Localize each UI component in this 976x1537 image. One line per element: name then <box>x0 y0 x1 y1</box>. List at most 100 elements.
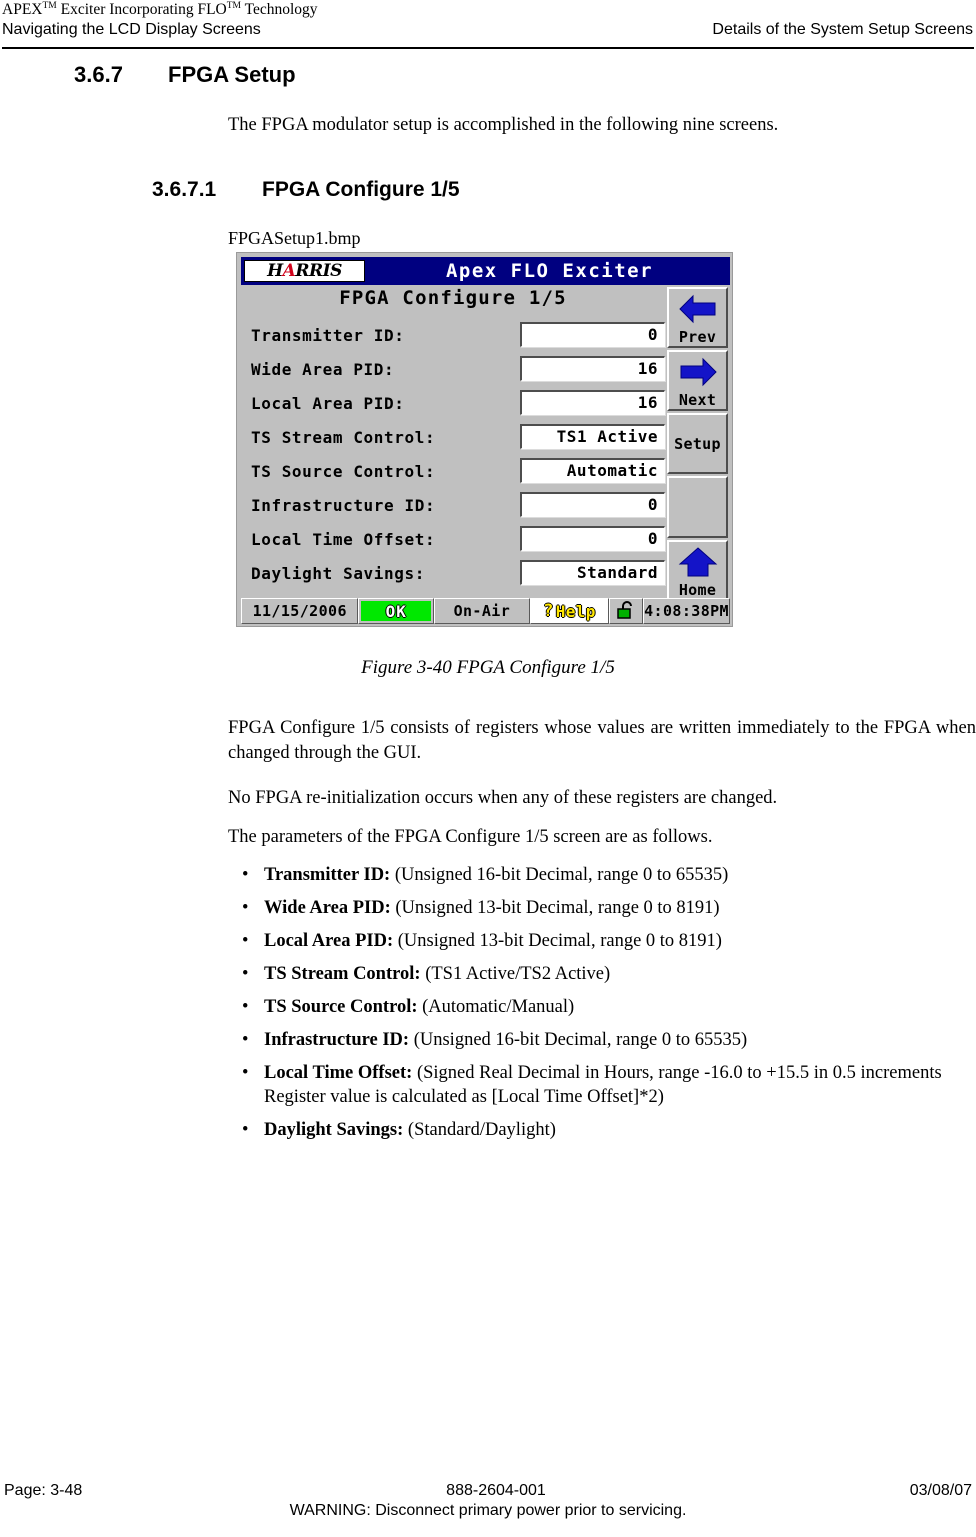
next-button[interactable]: Next <box>667 350 728 411</box>
status-date: 11/15/2006 <box>241 598 359 624</box>
lcd-row-label: Local Time Offset: <box>251 530 436 549</box>
lcd-row: Transmitter ID: 0 <box>247 319 665 353</box>
question-mark-icon: ? <box>543 601 554 621</box>
next-button-label: Next <box>678 391 717 409</box>
lcd-row: TS Stream Control: TS1 Active <box>247 421 665 455</box>
arrow-left-icon <box>669 289 726 329</box>
parameter-term: Infrastructure ID: <box>264 1030 410 1050</box>
lcd-screen-heading: FPGA Configure 1/5 <box>339 287 567 309</box>
transmitter-id-field[interactable]: 0 <box>520 322 665 347</box>
lcd-row-label: Infrastructure ID: <box>251 496 436 515</box>
list-item: • TS Source Control: (Automatic/Manual) <box>238 995 976 1019</box>
parameter-desc: (Unsigned 16-bit Decimal, range 0 to 655… <box>394 865 729 885</box>
subsection-title: FPGA Configure 1/5 <box>262 178 460 201</box>
padlock-open-icon <box>616 600 636 623</box>
arrow-right-icon <box>669 352 726 392</box>
body-paragraph-2: No FPGA re-initialization occurs when an… <box>228 788 778 808</box>
status-badge-text: OK <box>361 601 432 621</box>
subsection-heading: 3.6.7.1 FPGA Configure 1/5 <box>152 178 460 202</box>
lcd-row-label: Transmitter ID: <box>251 326 405 345</box>
bullet-icon: • <box>242 898 249 918</box>
list-item: • TS Stream Control: (TS1 Active/TS2 Act… <box>238 962 976 986</box>
parameter-term: TS Source Control: <box>264 997 418 1017</box>
parameter-desc: (TS1 Active/TS2 Active) <box>425 964 611 984</box>
footer-warning: WARNING: Disconnect primary power prior … <box>289 1502 687 1519</box>
status-badge: OK <box>358 598 435 624</box>
page-header: APEXTM Exciter Incorporating FLOTM Techn… <box>0 0 976 49</box>
local-area-pid-field[interactable]: 16 <box>520 390 665 415</box>
parameter-desc: (Unsigned 16-bit Decimal, range 0 to 655… <box>413 1030 748 1050</box>
bullet-icon: • <box>242 931 249 951</box>
lcd-parameter-list: Transmitter ID: 0 Wide Area PID: 16 Loca… <box>247 319 665 591</box>
lcd-status-bar: 11/15/2006 OK On-Air ? Help 4:08:38PM <box>241 598 730 624</box>
help-button-label: Help <box>555 601 596 621</box>
bullet-icon: • <box>242 997 249 1017</box>
lcd-row: Infrastructure ID: 0 <box>247 489 665 523</box>
lcd-row: Wide Area PID: 16 <box>247 353 665 387</box>
bullet-icon: • <box>242 1120 249 1140</box>
section-title: FPGA Setup <box>168 62 296 87</box>
status-on-air: On-Air <box>434 598 530 624</box>
lcd-row-label: TS Source Control: <box>251 462 436 481</box>
parameter-bullet-list: • Transmitter ID: (Unsigned 16-bit Decim… <box>238 863 976 1151</box>
list-item: • Infrastructure ID: (Unsigned 16-bit De… <box>238 1028 976 1052</box>
bullet-icon: • <box>242 865 249 885</box>
parameter-term: Local Time Offset: <box>264 1063 413 1083</box>
parameter-desc: (Automatic/Manual) <box>422 997 575 1017</box>
footer-row: Page: 3-48 888-2604-001 03/08/07 <box>0 1482 976 1500</box>
lcd-screenshot: H A RRIS Apex FLO Exciter FPGA Configure 1… <box>236 252 733 627</box>
logo-accent-letter: A <box>282 261 296 281</box>
bullet-icon: • <box>242 1030 249 1050</box>
wide-area-pid-field[interactable]: 16 <box>520 356 665 381</box>
bmp-filename: FPGASetup1.bmp <box>228 228 361 248</box>
home-button-label: Home <box>678 581 717 599</box>
parameter-term: TS Stream Control: <box>264 964 421 984</box>
lcd-row: Local Area PID: 16 <box>247 387 665 421</box>
bullet-icon: • <box>242 1063 249 1083</box>
house-icon <box>669 542 726 582</box>
help-button[interactable]: ? Help <box>529 598 610 624</box>
setup-button[interactable]: Setup <box>667 413 728 474</box>
parameter-desc: (Unsigned 13-bit Decimal, range 0 to 819… <box>397 931 722 951</box>
lock-status-button[interactable] <box>609 598 644 624</box>
ts-source-control-field[interactable]: Automatic <box>520 458 665 483</box>
footer-date: 03/08/07 <box>909 1482 972 1499</box>
subsection-number: 3.6.7.1 <box>152 178 217 201</box>
setup-button-label: Setup <box>674 434 721 453</box>
prev-button[interactable]: Prev <box>667 287 728 348</box>
body-paragraph-1: FPGA Configure 1/5 consists of registers… <box>228 718 976 763</box>
parameter-term: Daylight Savings: <box>264 1120 404 1140</box>
running-head-left: Navigating the LCD Display Screens <box>2 21 261 38</box>
parameter-term: Local Area PID: <box>264 931 394 951</box>
lcd-row: Local Time Offset: 0 <box>247 523 665 557</box>
lcd-title-bar: H A RRIS Apex FLO Exciter <box>241 257 730 285</box>
parameter-desc: (Standard/Daylight) <box>407 1120 556 1140</box>
blank-button[interactable] <box>667 476 728 538</box>
section-heading: 3.6.7 FPGA Setup <box>74 62 296 88</box>
lcd-row-label: TS Stream Control: <box>251 428 436 447</box>
prev-button-label: Prev <box>678 328 717 346</box>
home-button[interactable]: Home <box>667 540 728 601</box>
running-head: Navigating the LCD Display Screens Detai… <box>0 19 976 40</box>
list-item: • Transmitter ID: (Unsigned 16-bit Decim… <box>238 863 976 887</box>
infrastructure-id-field[interactable]: 0 <box>520 492 665 517</box>
footer-doc-number: 888-2604-001 <box>446 1482 546 1499</box>
list-item: • Daylight Savings: (Standard/Daylight) <box>238 1118 976 1142</box>
local-time-offset-field[interactable]: 0 <box>520 526 665 551</box>
footer-page-number: Page: 3-48 <box>4 1482 83 1499</box>
ts-stream-control-field[interactable]: TS1 Active <box>520 424 665 449</box>
running-head-right: Details of the System Setup Screens <box>712 21 973 38</box>
list-item: • Local Area PID: (Unsigned 13-bit Decim… <box>238 929 976 953</box>
parameter-term: Wide Area PID: <box>264 898 391 918</box>
lcd-row: Daylight Savings: Standard <box>247 557 665 591</box>
lcd-row-label: Local Area PID: <box>251 394 405 413</box>
bullet-icon: • <box>242 964 249 984</box>
daylight-savings-field[interactable]: Standard <box>520 560 665 585</box>
lcd-panel: H A RRIS Apex FLO Exciter FPGA Configure 1… <box>241 257 730 624</box>
lcd-nav-buttons: Prev Next Setup Home <box>667 287 730 603</box>
parameter-term: Transmitter ID: <box>264 865 391 885</box>
header-rule <box>2 47 974 49</box>
lcd-row: TS Source Control: Automatic <box>247 455 665 489</box>
section-intro: The FPGA modulator setup is accomplished… <box>228 115 779 135</box>
page-footer: Page: 3-48 888-2604-001 03/08/07 WARNING… <box>0 1482 976 1520</box>
